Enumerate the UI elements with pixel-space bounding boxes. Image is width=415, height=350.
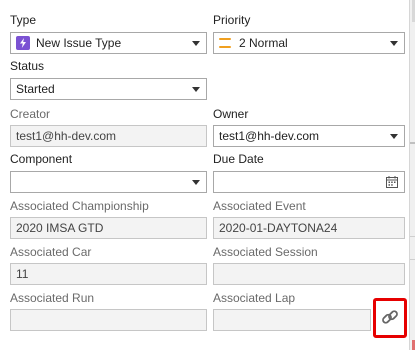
- owner-label: Owner: [213, 107, 249, 121]
- chevron-down-icon: [192, 87, 200, 92]
- creator-value: test1@hh-dev.com: [16, 129, 117, 143]
- chevron-down-icon: [192, 180, 200, 185]
- priority-normal-icon: [219, 38, 231, 48]
- chevron-down-icon: [390, 41, 398, 46]
- assoc-championship-value: 2020 IMSA GTD: [16, 221, 104, 235]
- assoc-run-label: Associated Run: [10, 291, 95, 305]
- assoc-event-field: 2020-01-DAYTONA24: [213, 217, 405, 239]
- issue-details-panel: Type New Issue Type Priority 2 Normal St…: [0, 0, 409, 350]
- assoc-car-field: 11: [10, 263, 207, 285]
- status-label: Status: [10, 59, 45, 73]
- due-date-input[interactable]: [213, 171, 405, 193]
- creator-label: Creator: [10, 107, 51, 121]
- priority-label: Priority: [213, 13, 251, 27]
- assoc-lap-field: [213, 309, 371, 331]
- owner-value: test1@hh-dev.com: [219, 129, 320, 143]
- adjacent-pane-edge: [409, 0, 415, 350]
- link-associations-button[interactable]: [373, 298, 407, 338]
- type-value: New Issue Type: [36, 36, 122, 50]
- component-label: Component: [10, 152, 73, 166]
- assoc-event-label: Associated Event: [213, 199, 306, 213]
- due-date-label: Due Date: [213, 152, 264, 166]
- link-icon: [381, 308, 399, 329]
- chevron-down-icon: [192, 41, 200, 46]
- assoc-car-label: Associated Car: [10, 245, 92, 259]
- assoc-championship-label: Associated Championship: [10, 199, 149, 213]
- status-value: Started: [16, 82, 55, 96]
- assoc-session-label: Associated Session: [213, 245, 318, 259]
- priority-value: 2 Normal: [239, 36, 288, 50]
- assoc-session-field: [213, 263, 405, 285]
- assoc-lap-label: Associated Lap: [213, 291, 296, 305]
- lightning-icon: [16, 36, 30, 50]
- type-select[interactable]: New Issue Type: [10, 32, 207, 54]
- owner-select[interactable]: test1@hh-dev.com: [213, 125, 405, 147]
- calendar-icon[interactable]: [386, 176, 398, 188]
- status-select[interactable]: Started: [10, 78, 207, 100]
- priority-select[interactable]: 2 Normal: [213, 32, 405, 54]
- assoc-car-value: 11: [16, 267, 29, 281]
- assoc-championship-field: 2020 IMSA GTD: [10, 217, 207, 239]
- component-select[interactable]: [10, 171, 207, 193]
- chevron-down-icon: [390, 134, 398, 139]
- creator-field: test1@hh-dev.com: [10, 125, 207, 147]
- assoc-event-value: 2020-01-DAYTONA24: [219, 221, 338, 235]
- assoc-run-field: [10, 309, 207, 331]
- type-label: Type: [10, 13, 37, 27]
